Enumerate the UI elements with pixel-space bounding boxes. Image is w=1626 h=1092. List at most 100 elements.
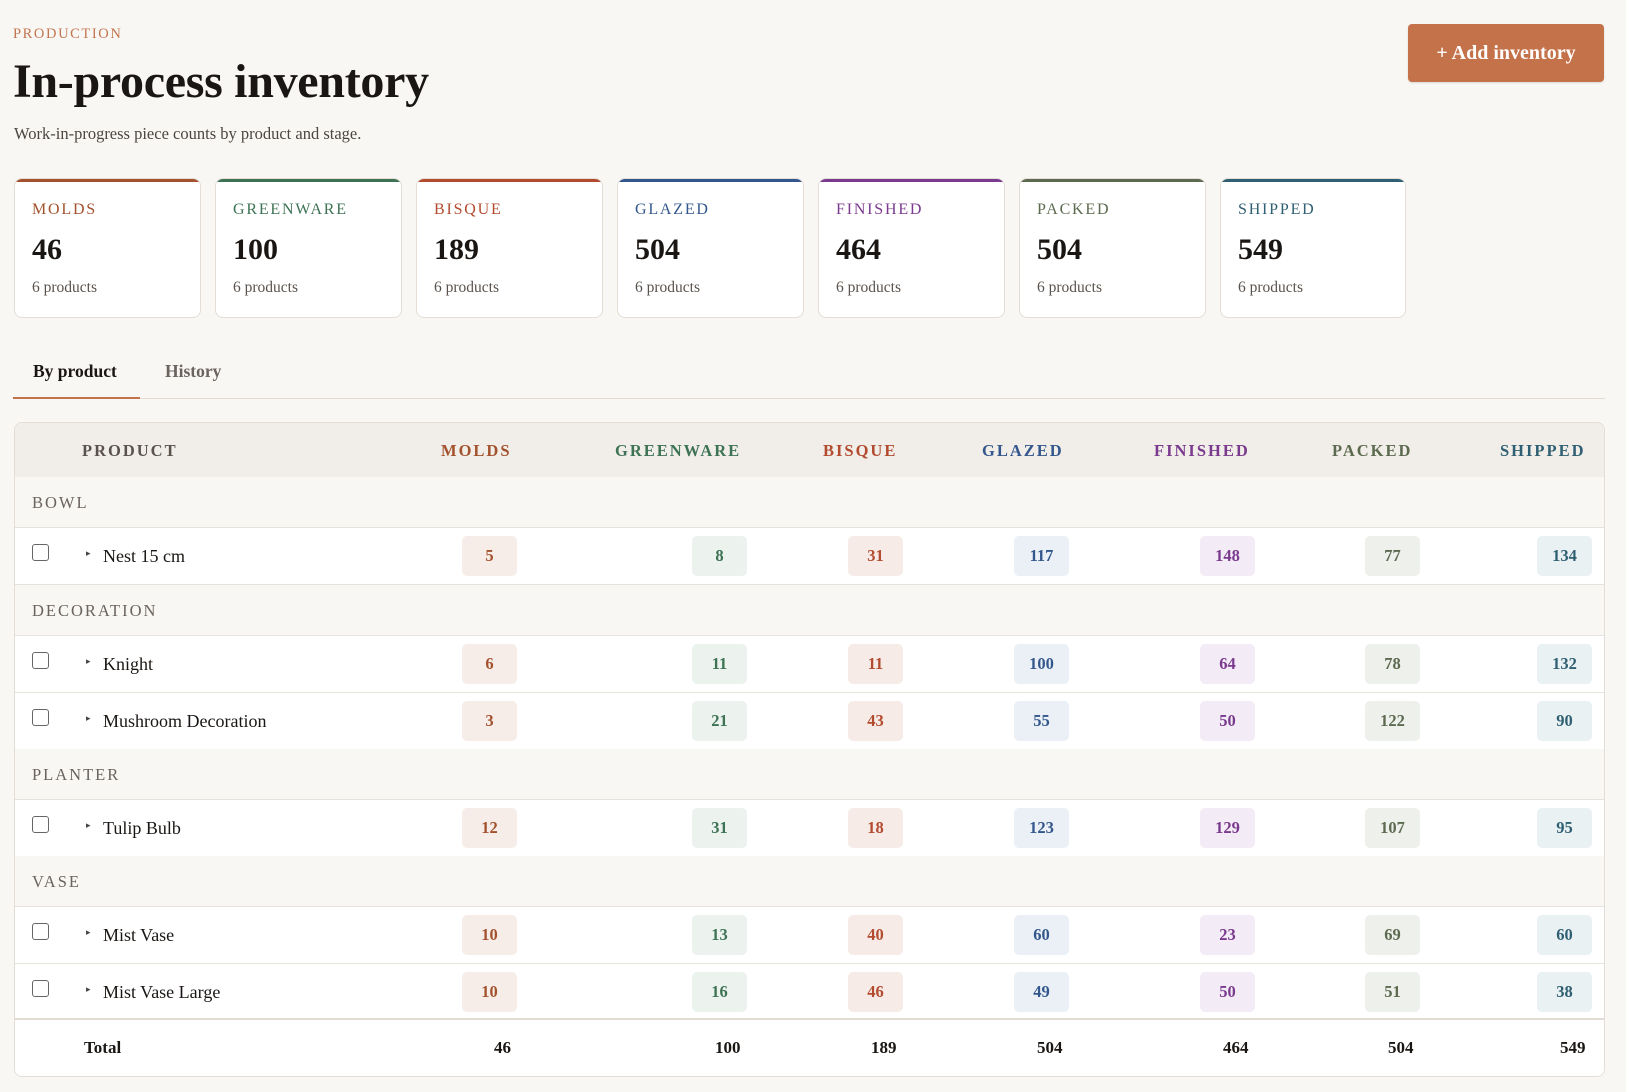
- group-row-planter: PLANTER: [15, 749, 1604, 800]
- table-row: ▸ Mist Vase Large 10 16 46 49 50 51 38: [15, 964, 1604, 1021]
- cell-glazed: 55: [1014, 701, 1069, 741]
- stage-card-greenware: GREENWARE 100 6 products: [215, 178, 402, 318]
- group-label: DECORATION: [32, 601, 158, 620]
- product-name: Mushroom Decoration: [103, 711, 267, 731]
- row-checkbox[interactable]: [32, 816, 49, 833]
- row-checkbox[interactable]: [32, 923, 49, 940]
- table-row: ▸ Knight 6 11 11 100 64 78 132: [15, 636, 1604, 693]
- table-row: ▸ Tulip Bulb 12 31 18 123 129 107 95: [15, 800, 1604, 857]
- table-header: PRODUCT MOLDS GREENWARE BISQUE GLAZED FI…: [15, 423, 1604, 477]
- row-checkbox[interactable]: [32, 709, 49, 726]
- stage-card-shipped: SHIPPED 549 6 products: [1220, 178, 1406, 318]
- expand-triangle-icon[interactable]: ▸: [86, 984, 91, 995]
- cell-packed: 77: [1365, 536, 1420, 576]
- expand-triangle-icon[interactable]: ▸: [86, 656, 91, 667]
- card-subtext: 6 products: [233, 279, 299, 296]
- card-value: 504: [635, 233, 680, 266]
- total-shipped: 549: [1560, 1038, 1586, 1057]
- cell-shipped: 95: [1537, 808, 1592, 848]
- total-bisque: 189: [871, 1038, 897, 1057]
- column-header-molds[interactable]: MOLDS: [441, 441, 512, 461]
- card-label: PACKED: [1037, 201, 1111, 218]
- expand-triangle-icon[interactable]: ▸: [86, 927, 91, 938]
- page-subtitle: Work-in-progress piece counts by product…: [14, 124, 362, 143]
- card-label: GREENWARE: [233, 201, 348, 218]
- row-checkbox[interactable]: [32, 980, 49, 997]
- active-tab-indicator: [13, 397, 140, 399]
- cell-bisque: 31: [848, 536, 903, 576]
- stage-card-molds: MOLDS 46 6 products: [14, 178, 201, 318]
- group-label: PLANTER: [32, 765, 121, 784]
- total-label: Total: [84, 1038, 122, 1057]
- page-title: In-process inventory: [13, 55, 429, 108]
- column-header-product[interactable]: PRODUCT: [82, 441, 178, 461]
- column-header-greenware[interactable]: GREENWARE: [615, 441, 741, 461]
- cell-glazed: 60: [1014, 915, 1069, 955]
- cell-molds: 10: [462, 972, 517, 1012]
- cell-greenware: 8: [692, 536, 747, 576]
- cell-molds: 12: [462, 808, 517, 848]
- cell-bisque: 18: [848, 808, 903, 848]
- total-row: Total 46 100 189 504 464 504 549: [15, 1018, 1604, 1076]
- expand-triangle-icon[interactable]: ▸: [86, 820, 91, 831]
- card-subtext: 6 products: [32, 279, 98, 296]
- cell-shipped: 134: [1537, 536, 1592, 576]
- add-inventory-button[interactable]: + Add inventory: [1408, 24, 1604, 82]
- card-accent-bar: [417, 179, 602, 182]
- card-value: 189: [434, 233, 479, 266]
- card-accent-bar: [1221, 179, 1405, 182]
- card-value: 100: [233, 233, 278, 266]
- column-header-glazed[interactable]: GLAZED: [982, 441, 1064, 461]
- tab-history[interactable]: History: [165, 361, 221, 382]
- cell-finished: 64: [1200, 644, 1255, 684]
- expand-triangle-icon[interactable]: ▸: [86, 713, 91, 724]
- cell-greenware: 21: [692, 701, 747, 741]
- table-row: ▸ Mist Vase 10 13 40 60 23 69 60: [15, 907, 1604, 964]
- card-subtext: 6 products: [434, 279, 500, 296]
- total-glazed: 504: [1037, 1038, 1063, 1057]
- column-header-shipped[interactable]: SHIPPED: [1500, 441, 1586, 461]
- cell-packed: 78: [1365, 644, 1420, 684]
- card-value: 464: [836, 233, 881, 266]
- row-checkbox[interactable]: [32, 652, 49, 669]
- cell-molds: 3: [462, 701, 517, 741]
- row-checkbox[interactable]: [32, 544, 49, 561]
- cell-finished: 148: [1200, 536, 1255, 576]
- product-name: Mist Vase: [103, 925, 175, 945]
- cell-molds: 6: [462, 644, 517, 684]
- stage-card-bisque: BISQUE 189 6 products: [416, 178, 603, 318]
- cell-packed: 69: [1365, 915, 1420, 955]
- table-row: ▸ Nest 15 cm 5 8 31 117 148 77 134: [15, 528, 1604, 585]
- view-tabs: By product History: [13, 352, 1605, 399]
- column-header-finished[interactable]: FINISHED: [1154, 441, 1250, 461]
- group-label: BOWL: [32, 493, 89, 512]
- group-row-bowl: BOWL: [15, 477, 1604, 528]
- total-packed: 504: [1388, 1038, 1414, 1057]
- column-header-packed[interactable]: PACKED: [1332, 441, 1412, 461]
- group-row-vase: VASE: [15, 856, 1604, 907]
- stage-card-packed: PACKED 504 6 products: [1019, 178, 1206, 318]
- cell-shipped: 90: [1537, 701, 1592, 741]
- cell-finished: 23: [1200, 915, 1255, 955]
- group-row-decoration: DECORATION: [15, 585, 1604, 636]
- column-header-bisque[interactable]: BISQUE: [823, 441, 897, 461]
- cell-glazed: 117: [1014, 536, 1069, 576]
- card-accent-bar: [819, 179, 1004, 182]
- cell-greenware: 31: [692, 808, 747, 848]
- expand-triangle-icon[interactable]: ▸: [86, 548, 91, 559]
- table-row: ▸ Mushroom Decoration 3 21 43 55 50 122 …: [15, 693, 1604, 750]
- card-label: SHIPPED: [1238, 201, 1316, 218]
- cell-bisque: 46: [848, 972, 903, 1012]
- cell-packed: 107: [1365, 808, 1420, 848]
- section-eyebrow: PRODUCTION: [13, 26, 123, 42]
- card-value: 504: [1037, 233, 1082, 266]
- product-name: Knight: [103, 654, 154, 674]
- product-name: Nest 15 cm: [103, 546, 185, 566]
- total-molds: 46: [494, 1038, 511, 1057]
- card-value: 46: [32, 233, 62, 266]
- tab-by-product[interactable]: By product: [33, 361, 117, 382]
- cell-molds: 10: [462, 915, 517, 955]
- cell-shipped: 38: [1537, 972, 1592, 1012]
- card-value: 549: [1238, 233, 1283, 266]
- product-name: Mist Vase Large: [103, 982, 221, 1002]
